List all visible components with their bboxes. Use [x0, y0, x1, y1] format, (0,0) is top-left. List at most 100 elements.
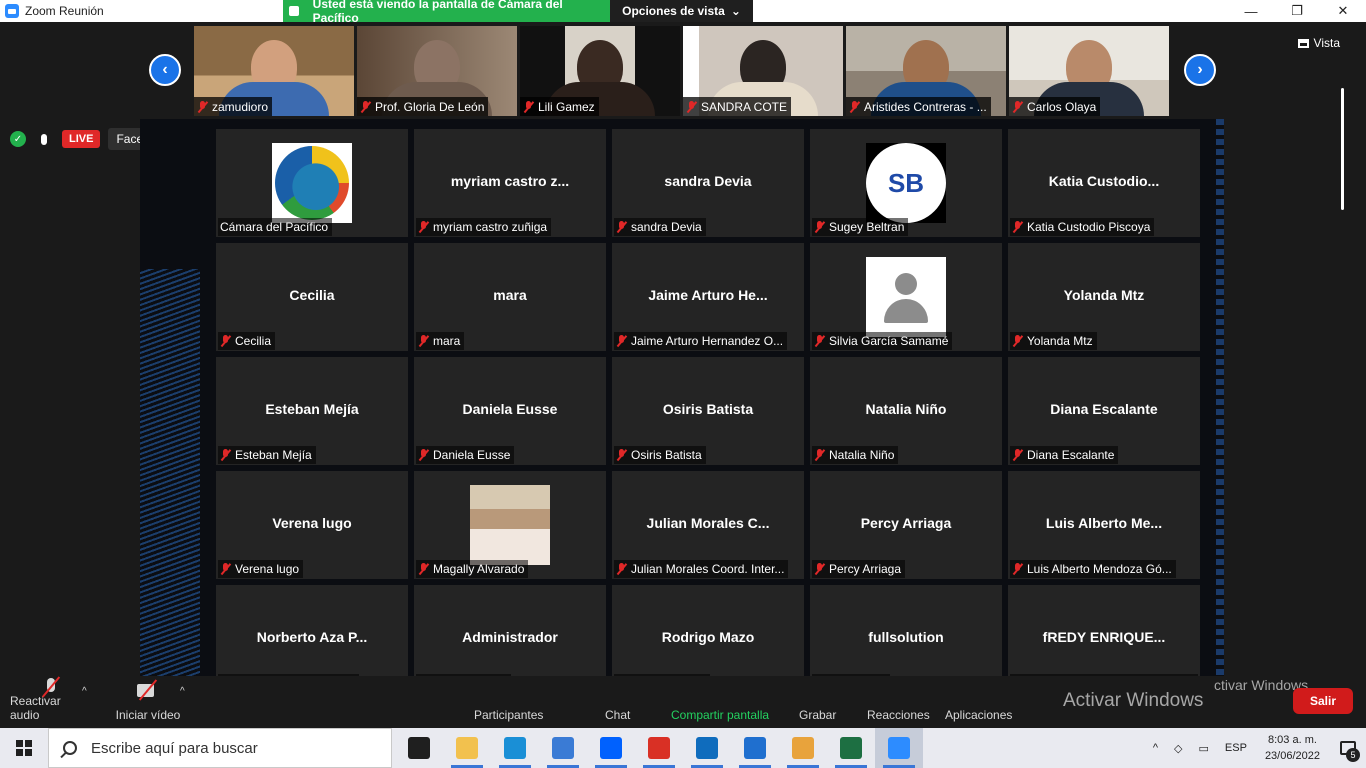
- participant-tile[interactable]: Daniela Eusse Daniela Eusse: [414, 357, 606, 465]
- video-thumbnail[interactable]: Lili Gamez: [520, 26, 680, 116]
- minimize-button[interactable]: —: [1228, 0, 1274, 22]
- participant-tile[interactable]: myriam castro z... myriam castro zuñiga: [414, 129, 606, 237]
- search-placeholder: Escribe aquí para buscar: [91, 739, 258, 757]
- participant-tile[interactable]: Julian Morales C... Julian Morales Coord.…: [612, 471, 804, 579]
- participant-tile[interactable]: Esteban Mejía Esteban Mejía: [216, 357, 408, 465]
- thumbnail-name-tag: Aristides Contreras - ...: [846, 97, 991, 116]
- participant-name-tag: Cecilia: [218, 332, 276, 350]
- taskbar-app-button[interactable]: [491, 728, 539, 768]
- taskbar-app-button[interactable]: [539, 728, 587, 768]
- apps-button[interactable]: Aplicaciones: [945, 708, 1012, 722]
- taskbar-search[interactable]: Escribe aquí para buscar: [48, 728, 392, 768]
- window-title: Zoom Reunión: [25, 4, 104, 18]
- participant-display-name: Norberto Aza P...: [256, 629, 368, 645]
- mail-icon: [744, 737, 766, 759]
- taskbar-app-button[interactable]: [635, 728, 683, 768]
- taskbar-app-button[interactable]: [443, 728, 491, 768]
- shield-app-icon: [408, 737, 430, 759]
- start-button[interactable]: [0, 728, 48, 768]
- view-options-button[interactable]: Opciones de vista ⌄: [610, 0, 753, 22]
- participant-display-name: sandra Devia: [664, 173, 752, 189]
- video-thumbnail[interactable]: SANDRA COTE: [683, 26, 843, 116]
- participant-tile[interactable]: Katia Custodio... Katia Custodio Piscoya: [1008, 129, 1200, 237]
- mic-muted-icon: [197, 100, 208, 113]
- chat-button[interactable]: Chat: [605, 708, 630, 722]
- windows-taskbar: Escribe aquí para buscar ^ ◇ ▭ ESP 8:03 …: [0, 728, 1366, 768]
- search-icon: [63, 741, 77, 755]
- taskbar-app-button[interactable]: [587, 728, 635, 768]
- close-button[interactable]: ✕: [1320, 0, 1366, 22]
- mic-muted-icon: [814, 335, 825, 347]
- taskbar-app-button[interactable]: [395, 728, 443, 768]
- video-thumbnail[interactable]: Aristides Contreras - ...: [846, 26, 1006, 116]
- participant-display-name: mara: [493, 287, 527, 303]
- taskbar-app-button[interactable]: [827, 728, 875, 768]
- video-thumbnail[interactable]: zamudioro: [194, 26, 354, 116]
- participant-tile[interactable]: Yolanda Mtz Yolanda Mtz: [1008, 243, 1200, 351]
- participant-name: Katia Custodio Piscoya: [1027, 220, 1151, 234]
- participant-tile[interactable]: Natalia Niño Natalia Niño: [810, 357, 1002, 465]
- participant-name-tag: Magally Alvarado: [416, 560, 529, 578]
- mic-muted-icon: [686, 100, 697, 113]
- participant-tile[interactable]: Percy Arriaga Percy Arriaga: [810, 471, 1002, 579]
- participants-button[interactable]: Participantes: [474, 708, 543, 722]
- taskbar-app-button[interactable]: [683, 728, 731, 768]
- leave-button[interactable]: Salir: [1293, 688, 1353, 714]
- thumbnail-next-button[interactable]: ›: [1184, 54, 1216, 86]
- microphone-icon[interactable]: [34, 129, 54, 149]
- thumbnail-prev-button[interactable]: ‹: [149, 54, 181, 86]
- participant-display-name: Osiris Batista: [662, 401, 754, 417]
- taskbar-app-button[interactable]: [875, 728, 923, 768]
- video-thumbnail[interactable]: Prof. Gloria De León: [357, 26, 517, 116]
- unmute-button[interactable]: Reactivar audio: [10, 676, 92, 728]
- paint-icon: [792, 737, 814, 759]
- taskbar-app-button[interactable]: [779, 728, 827, 768]
- mic-muted-icon: [616, 335, 627, 347]
- scrollbar[interactable]: [1341, 88, 1344, 210]
- participant-name: Diana Escalante: [1027, 448, 1115, 462]
- clock-time: 8:03 a. m.: [1268, 734, 1317, 746]
- dropbox-tray-icon[interactable]: ◇: [1166, 742, 1190, 755]
- participant-tile[interactable]: Cecilia Cecilia: [216, 243, 408, 351]
- system-clock[interactable]: 8:03 a. m. 23/06/2022: [1255, 732, 1330, 764]
- maximize-button[interactable]: ❐: [1274, 0, 1320, 22]
- reactions-button[interactable]: Reacciones: [867, 708, 930, 722]
- video-thumbnail[interactable]: Carlos Olaya: [1009, 26, 1169, 116]
- windows-logo-icon: [16, 740, 32, 756]
- taskbar-app-button[interactable]: [731, 728, 779, 768]
- participant-tile[interactable]: SB Sugey Beltran: [810, 129, 1002, 237]
- participant-tile[interactable]: Luis Alberto Me... Luis Alberto Mendoza G…: [1008, 471, 1200, 579]
- participant-name: Esteban Mejía: [235, 448, 312, 462]
- tray-overflow-chevron-icon[interactable]: ^: [1145, 742, 1166, 754]
- record-button[interactable]: Grabar: [799, 708, 836, 722]
- participant-name-tag: Natalia Niño: [812, 446, 899, 464]
- shared-screen: Cámara del Pacífico myriam castro z... myr…: [140, 119, 1224, 699]
- mic-muted-icon: [814, 449, 825, 461]
- participant-tile[interactable]: Diana Escalante Diana Escalante: [1008, 357, 1200, 465]
- participant-name-tag: Daniela Eusse: [416, 446, 515, 464]
- participant-tile[interactable]: mara mara: [414, 243, 606, 351]
- participant-tile[interactable]: Osiris Batista Osiris Batista: [612, 357, 804, 465]
- view-button[interactable]: Vista: [1297, 36, 1340, 50]
- participant-tile[interactable]: Magally Alvarado: [414, 471, 606, 579]
- organization-logo: [272, 143, 352, 223]
- participant-tile[interactable]: sandra Devia sandra Devia: [612, 129, 804, 237]
- battery-icon[interactable]: ▭: [1191, 742, 1217, 755]
- audio-options-caret[interactable]: ^: [82, 686, 87, 697]
- video-options-caret[interactable]: ^: [180, 686, 185, 697]
- participant-tile[interactable]: Verena lugo Verena lugo: [216, 471, 408, 579]
- share-screen-button[interactable]: Compartir pantalla: [671, 708, 769, 722]
- participant-tile[interactable]: Cámara del Pacífico: [216, 129, 408, 237]
- notification-center-button[interactable]: 5: [1330, 728, 1366, 768]
- start-video-button[interactable]: Iniciar vídeo: [112, 676, 184, 728]
- thumbnail-name-tag: zamudioro: [194, 97, 273, 116]
- participant-tile[interactable]: Jaime Arturo He... Jaime Arturo Hernandez…: [612, 243, 804, 351]
- participant-tile[interactable]: Silvia García Samamé: [810, 243, 1002, 351]
- live-badge[interactable]: LIVE: [62, 130, 101, 148]
- participant-name-tag: Katia Custodio Piscoya: [1010, 218, 1155, 236]
- window-titlebar: Zoom Reunión Usted está viendo la pantal…: [0, 0, 1366, 25]
- security-shield-icon[interactable]: ✓: [10, 131, 26, 147]
- input-language[interactable]: ESP: [1217, 742, 1255, 754]
- mic-muted-icon: [1012, 335, 1023, 347]
- participant-name: Daniela Eusse: [433, 448, 511, 462]
